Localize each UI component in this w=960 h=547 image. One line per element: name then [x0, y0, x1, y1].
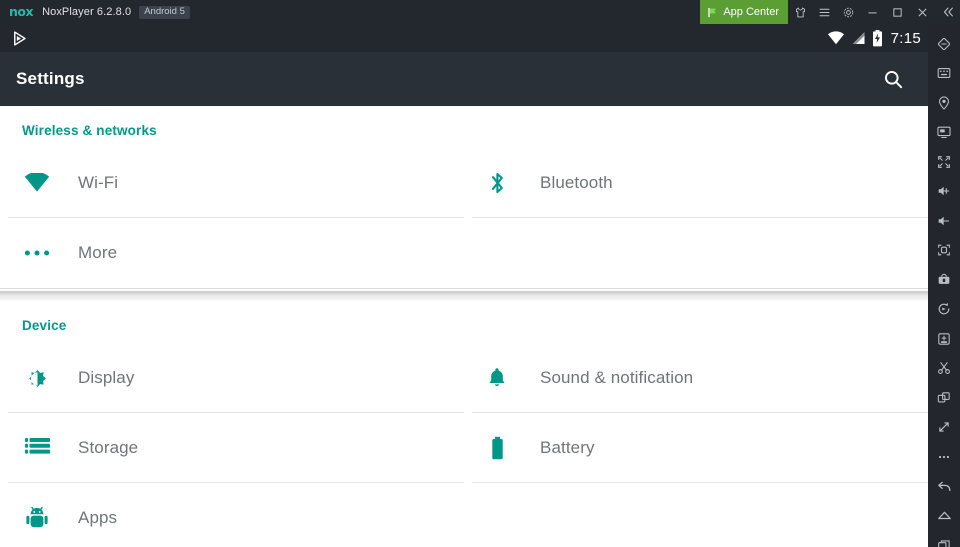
settings-item-label: Display: [78, 368, 134, 388]
status-indicators: 7:15: [827, 30, 921, 47]
app-title: NoxPlayer 6.2.8.0: [42, 6, 131, 18]
nox-logo: nox: [9, 6, 33, 19]
settings-item-label: Bluetooth: [540, 173, 613, 193]
battery-icon: [482, 433, 512, 463]
emulator-body: 7:15 Settings Wireless & networks: [0, 24, 960, 547]
settings-item-empty: [464, 483, 928, 547]
multi-instance-icon[interactable]: [928, 383, 960, 413]
status-clock: 7:15: [891, 30, 921, 47]
android-version-badge: Android 5: [139, 6, 190, 19]
rotate-icon[interactable]: [928, 295, 960, 325]
settings-item-apps[interactable]: Apps: [0, 483, 464, 547]
status-notifications: [11, 30, 28, 47]
home-icon[interactable]: [928, 501, 960, 531]
theme-shirt-icon[interactable]: [788, 0, 812, 24]
resize-icon[interactable]: [928, 413, 960, 443]
back-icon[interactable]: [928, 472, 960, 502]
section-header-wireless: Wireless & networks: [0, 106, 928, 148]
settings-list[interactable]: Wireless & networks Wi-Fi: [0, 106, 928, 547]
settings-item-more[interactable]: More: [0, 218, 464, 288]
settings-item-display[interactable]: Display: [0, 343, 464, 413]
settings-item-label: Wi-Fi: [78, 173, 118, 193]
location-pin-icon[interactable]: [928, 88, 960, 118]
settings-section-device: Device Display Sound & not: [0, 301, 928, 547]
settings-item-sound[interactable]: Sound & notification: [464, 343, 928, 413]
settings-item-label: Apps: [78, 508, 117, 528]
recents-icon[interactable]: [928, 531, 960, 547]
collapse-sidebar-button[interactable]: [935, 0, 960, 24]
noxplayer-window: nox NoxPlayer 6.2.8.0 Android 5 App Cent…: [0, 0, 960, 547]
volume-up-icon[interactable]: [928, 177, 960, 207]
settings-gear-icon[interactable]: [836, 0, 860, 24]
page-title: Settings: [16, 69, 85, 89]
screenshot-icon[interactable]: [928, 236, 960, 266]
android-robot-icon: [22, 503, 52, 533]
section-rows-device: Display Sound & notification: [0, 343, 928, 547]
search-icon[interactable]: [876, 62, 910, 96]
tool-sidebar: [928, 24, 960, 547]
app-center-flag-icon: [707, 7, 718, 18]
cellular-signal-icon: [851, 31, 866, 45]
more-options-icon[interactable]: [928, 442, 960, 472]
wifi-icon: [22, 168, 52, 198]
settings-item-label: Sound & notification: [540, 368, 693, 388]
settings-item-label: Storage: [78, 438, 138, 458]
settings-item-label: More: [78, 243, 117, 263]
more-ellipsis-icon: [22, 238, 52, 268]
wifi-icon: [827, 31, 845, 45]
android-screen: 7:15 Settings Wireless & networks: [0, 24, 928, 547]
title-bar: nox NoxPlayer 6.2.8.0 Android 5 App Cent…: [0, 0, 960, 24]
minimize-button[interactable]: [860, 0, 885, 24]
android-status-bar: 7:15: [0, 24, 928, 52]
section-divider: [0, 288, 928, 301]
close-button[interactable]: [910, 0, 935, 24]
shake-icon[interactable]: [928, 29, 960, 59]
brightness-icon: [22, 363, 52, 393]
bell-icon: [482, 363, 512, 393]
bluetooth-icon: [482, 168, 512, 198]
screen-record-icon[interactable]: [928, 118, 960, 148]
add-app-icon[interactable]: [928, 324, 960, 354]
settings-item-storage[interactable]: Storage: [0, 413, 464, 483]
settings-item-empty: [464, 218, 928, 288]
settings-item-bluetooth[interactable]: Bluetooth: [464, 148, 928, 218]
storage-icon: [22, 433, 52, 463]
settings-section-wireless: Wireless & networks Wi-Fi: [0, 106, 928, 288]
settings-action-bar: Settings: [0, 52, 928, 106]
section-rows-wireless: Wi-Fi Bluetooth More: [0, 148, 928, 288]
play-store-icon: [11, 30, 28, 47]
maximize-button[interactable]: [885, 0, 910, 24]
app-center-label: App Center: [723, 6, 779, 18]
section-header-device: Device: [0, 301, 928, 343]
apk-install-icon[interactable]: [928, 265, 960, 295]
settings-item-label: Battery: [540, 438, 595, 458]
app-center-button[interactable]: App Center: [700, 0, 788, 24]
settings-item-battery[interactable]: Battery: [464, 413, 928, 483]
keyboard-icon[interactable]: [928, 59, 960, 89]
volume-down-icon[interactable]: [928, 206, 960, 236]
title-bar-controls: App Center: [700, 0, 960, 24]
battery-charging-icon: [872, 30, 883, 47]
scissors-icon[interactable]: [928, 354, 960, 384]
settings-item-wifi[interactable]: Wi-Fi: [0, 148, 464, 218]
fullscreen-icon[interactable]: [928, 147, 960, 177]
menu-icon[interactable]: [812, 0, 836, 24]
